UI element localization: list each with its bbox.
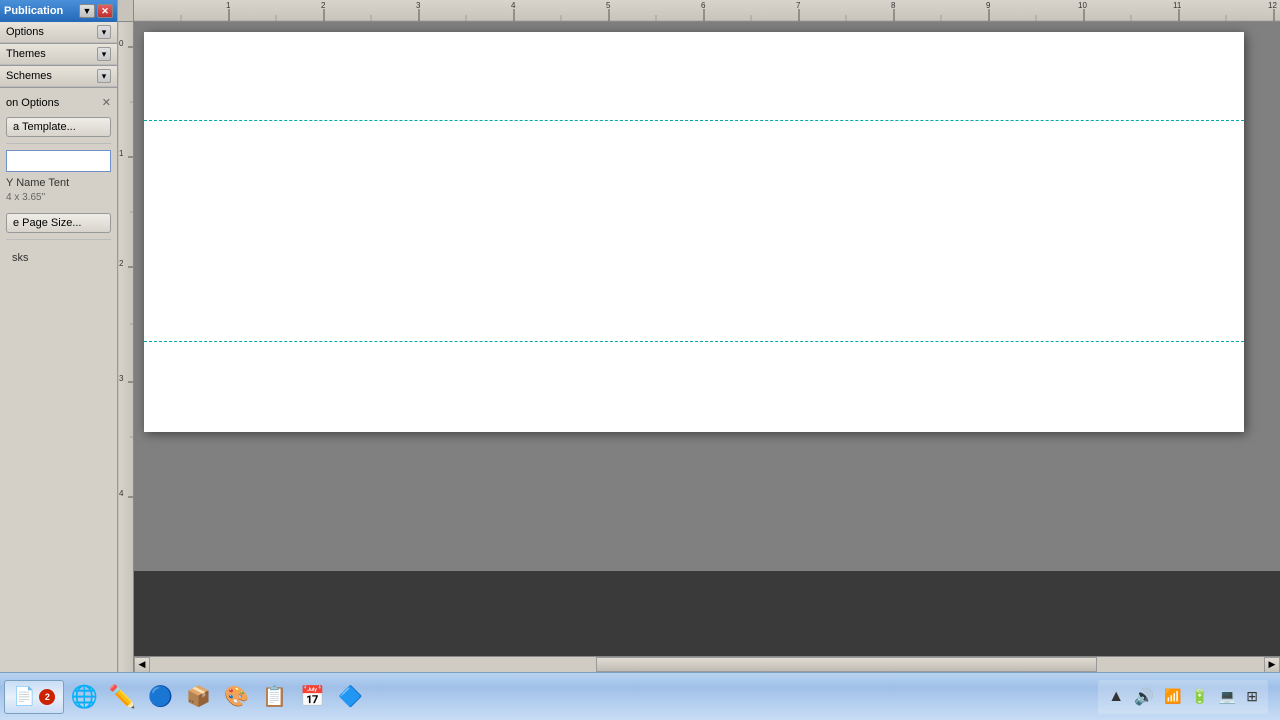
themes-label: Themes [6, 48, 46, 60]
taskbar-icon-calendar[interactable]: 📅 [294, 679, 330, 715]
themes-header[interactable]: Themes ▾ [0, 44, 117, 65]
svg-text:9: 9 [986, 1, 991, 10]
divider-1 [6, 143, 111, 144]
scrollbar-track[interactable] [150, 657, 1264, 672]
themes-collapse-btn[interactable]: ▾ [97, 47, 111, 61]
tray-arrow-icon[interactable]: ▲ [1106, 688, 1126, 706]
ruler-h-svg: 1 2 3 4 5 6 7 8 9 [134, 0, 1280, 21]
svg-text:3: 3 [119, 374, 124, 383]
divider-2 [6, 239, 111, 240]
svg-text:0: 0 [119, 39, 124, 48]
tray-battery-icon[interactable]: 🔋 [1189, 688, 1210, 705]
ruler-top: 1 2 3 4 5 6 7 8 9 [118, 0, 1280, 22]
template-name: Y Name Tent [6, 176, 111, 191]
svg-text:12: 12 [1268, 1, 1277, 10]
page-section-top [144, 32, 1244, 120]
page-size-button[interactable]: e Page Size... [6, 213, 111, 233]
ruler-corner [118, 0, 134, 21]
taskbar-active-app[interactable]: 📄 2 [4, 680, 64, 714]
window-title-bar: Publication ▼ ✕ [0, 0, 117, 22]
left-panel: Publication ▼ ✕ Options ▾ Themes ▾ Schem… [0, 0, 118, 672]
schemes-collapse-btn[interactable]: ▾ [97, 69, 111, 83]
schemes-section: Schemes ▾ [0, 66, 117, 88]
canvas-dark-strip [134, 571, 1280, 656]
ruler-horizontal: 1 2 3 4 5 6 7 8 9 [134, 0, 1280, 21]
svg-text:1: 1 [226, 1, 231, 10]
ruler-v-svg: 0 1 2 3 4 [118, 22, 134, 672]
schemes-header[interactable]: Schemes ▾ [0, 66, 117, 87]
scrollbar-left-btn[interactable]: ◀ [134, 657, 150, 673]
options-collapse-btn[interactable]: ▾ [97, 25, 111, 39]
svg-text:2: 2 [321, 1, 326, 10]
creation-options-title: on Options ✕ [6, 96, 111, 109]
creation-options-label: on Options [6, 97, 59, 109]
system-tray: ▲ 🔊 📶 🔋 💻 ⊞ [1098, 680, 1268, 714]
svg-text:6: 6 [701, 1, 706, 10]
tasks-section: sks [6, 246, 111, 270]
pen-icon: ✏️ [109, 684, 136, 710]
template-size: 4 x 3.65" [6, 191, 111, 205]
page-section-bottom [144, 342, 1244, 432]
creation-options-panel: on Options ✕ a Template... Y Name Tent 4… [0, 88, 117, 278]
svg-text:5: 5 [606, 1, 611, 10]
chrome-icon: 🔵 [148, 684, 173, 709]
active-app-icon: 📄 [13, 686, 35, 707]
svg-text:7: 7 [796, 1, 801, 10]
page-section-middle [144, 121, 1244, 341]
template-input[interactable] [6, 150, 111, 172]
window-title: Publication [4, 5, 63, 17]
svg-text:8: 8 [891, 1, 896, 10]
active-app-badge: 2 [39, 689, 55, 705]
template-button[interactable]: a Template... [6, 117, 111, 137]
schemes-label: Schemes [6, 70, 52, 82]
scrollbar-thumb[interactable] [596, 657, 1097, 672]
options-section: Options ▾ [0, 22, 117, 44]
template-info: Y Name Tent 4 x 3.65" [6, 176, 111, 205]
taskbar-left: 📄 2 🌐 ✏️ 🔵 📦 🎨 📋 📅 🔷 [4, 679, 1098, 715]
title-bar-controls: ▼ ✕ [79, 4, 113, 18]
canvas-area: 1 2 3 4 5 6 7 8 9 [118, 0, 1280, 672]
doc-canvas[interactable]: ◀ ▶ [134, 22, 1280, 672]
page-white [144, 32, 1244, 432]
h-scrollbar[interactable]: ◀ ▶ [134, 656, 1280, 672]
globe-icon: 🌐 [71, 684, 98, 710]
options-header[interactable]: Options ▾ [0, 22, 117, 43]
options-label: Options [6, 26, 44, 38]
calendar-icon: 📅 [300, 684, 325, 709]
themes-section: Themes ▾ [0, 44, 117, 66]
taskbar-icon-7zip[interactable]: 📦 [180, 679, 216, 715]
svg-text:11: 11 [1173, 1, 1182, 10]
close-button[interactable]: ✕ [97, 4, 113, 18]
taskbar-icon-globe[interactable]: 🌐 [66, 679, 102, 715]
creation-options-close[interactable]: ✕ [102, 96, 111, 109]
taskbar-icon-publisher[interactable]: 📋 [256, 679, 292, 715]
taskbar-icon-app6[interactable]: 🔷 [332, 679, 368, 715]
svg-text:10: 10 [1078, 1, 1087, 10]
tasks-label: sks [12, 252, 29, 264]
taskbar-icon-pen[interactable]: ✏️ [104, 679, 140, 715]
svg-text:2: 2 [119, 259, 124, 268]
app-container: Publication ▼ ✕ Options ▾ Themes ▾ Schem… [0, 0, 1280, 672]
app6-icon: 🔷 [338, 684, 363, 709]
taskbar-right: ▲ 🔊 📶 🔋 💻 ⊞ [1098, 680, 1276, 714]
svg-text:1: 1 [119, 149, 124, 158]
tray-volume-icon[interactable]: 🔊 [1132, 687, 1156, 707]
7zip-icon: 📦 [186, 684, 211, 709]
publisher-icon: 📋 [262, 684, 287, 709]
scrollbar-right-btn[interactable]: ▶ [1264, 657, 1280, 673]
taskbar: 📄 2 🌐 ✏️ 🔵 📦 🎨 📋 📅 🔷 [0, 672, 1280, 720]
tray-monitor-icon[interactable]: 💻 [1217, 688, 1238, 705]
tray-extra-icon[interactable]: ⊞ [1244, 688, 1260, 705]
taskbar-icon-photoshop[interactable]: 🎨 [218, 679, 254, 715]
svg-text:4: 4 [511, 1, 516, 10]
svg-text:3: 3 [416, 1, 421, 10]
doc-area: 0 1 2 3 4 [118, 22, 1280, 672]
svg-text:4: 4 [119, 489, 124, 498]
tray-network-icon[interactable]: 📶 [1162, 688, 1183, 705]
taskbar-icon-chrome[interactable]: 🔵 [142, 679, 178, 715]
photoshop-icon: 🎨 [224, 684, 249, 709]
ruler-vertical: 0 1 2 3 4 [118, 22, 134, 672]
minimize-button[interactable]: ▼ [79, 4, 95, 18]
